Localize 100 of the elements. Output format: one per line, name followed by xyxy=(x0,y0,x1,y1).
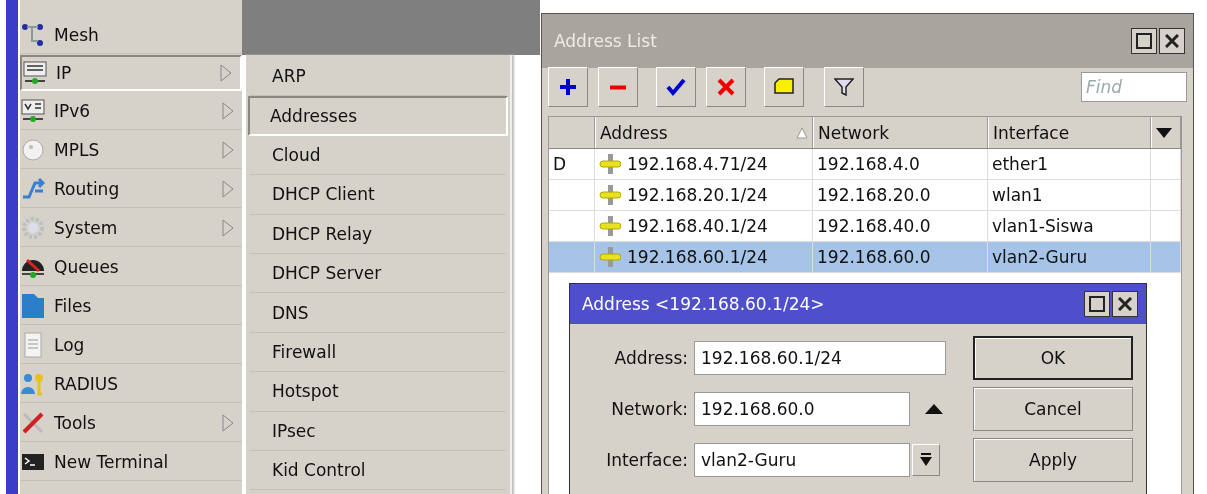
submenu-item[interactable]: Cloud xyxy=(250,135,506,176)
table-row[interactable]: D 192.168.4.71/24 192.168.4.0 ether1 xyxy=(549,149,1181,180)
sort-arrow-icon xyxy=(796,126,808,139)
address-text: 192.168.4.71/24 xyxy=(627,154,768,174)
menu-item[interactable]: Mesh xyxy=(20,16,242,54)
table-row[interactable]: 192.168.40.1/24 192.168.40.0 vlan1-Siswa xyxy=(549,211,1181,242)
menu-item[interactable]: IP xyxy=(20,55,242,91)
caret-icon xyxy=(1156,127,1172,138)
submenu-item[interactable]: DHCP Relay xyxy=(250,214,506,254)
menu-label: Queues xyxy=(54,256,120,277)
column-header[interactable]: Network xyxy=(813,117,988,148)
dropdown-button[interactable] xyxy=(912,444,940,477)
menu-label: Mesh xyxy=(54,24,100,45)
monitor-icon xyxy=(23,61,47,85)
enable-button[interactable] xyxy=(656,67,696,107)
dialog-button[interactable]: Cancel xyxy=(973,387,1133,431)
menu-item[interactable]: RADIUS xyxy=(20,365,242,403)
flag-cell: D xyxy=(549,149,595,179)
submenu-item[interactable]: Kid Control xyxy=(250,450,506,491)
dialog-button[interactable]: OK xyxy=(973,336,1133,380)
submenu-item[interactable]: Firewall xyxy=(250,332,506,373)
submenu-item[interactable]: Hotspot xyxy=(250,372,506,412)
maximize-button[interactable] xyxy=(1131,28,1157,54)
square-icon xyxy=(1136,33,1152,49)
field-label: Network: xyxy=(610,399,688,419)
address-text: 192.168.40.1/24 xyxy=(627,216,768,236)
menu-item[interactable]: Queues xyxy=(20,248,242,286)
field-label: Address: xyxy=(613,347,688,368)
menu-label: Tools xyxy=(54,412,97,433)
monitor-icon xyxy=(21,98,45,123)
nodes-icon xyxy=(21,22,45,47)
input-field[interactable]: 192.168.60.1/24 xyxy=(694,340,946,375)
column-header[interactable]: Interface xyxy=(988,117,1151,148)
interface-cell: wlan1 xyxy=(988,180,1151,210)
address-text: 192.168.20.1/24 xyxy=(627,185,768,205)
menu-item[interactable]: IPv6 xyxy=(20,92,242,130)
terminal-icon xyxy=(21,451,45,472)
folder-icon xyxy=(21,292,45,319)
dialog-title: Address <192.168.60.1/24> xyxy=(582,294,825,314)
arrows-icon xyxy=(21,176,45,201)
menu-label: IP xyxy=(56,63,73,83)
address-text: 192.168.60.1/24 xyxy=(627,247,768,267)
menu-label: MPLS xyxy=(54,139,101,160)
note-icon xyxy=(774,77,794,97)
input-field[interactable]: vlan2-Guru xyxy=(694,443,910,478)
plug-icon xyxy=(599,215,621,237)
document-icon xyxy=(21,331,45,358)
submenu-item[interactable]: ARP xyxy=(250,57,506,97)
menu-item[interactable]: New Terminal xyxy=(20,443,242,481)
interface-cell: vlan2-Guru xyxy=(988,242,1151,272)
plus-icon xyxy=(558,77,578,97)
maximize-button[interactable] xyxy=(1084,291,1110,317)
add-button[interactable] xyxy=(548,67,588,107)
remove-button[interactable] xyxy=(598,67,638,107)
dialog-button[interactable]: Apply xyxy=(973,438,1133,482)
input-field[interactable]: 192.168.60.0 xyxy=(694,392,910,426)
tools-icon xyxy=(21,410,45,435)
close-button[interactable] xyxy=(1159,28,1185,54)
network-cell: 192.168.60.0 xyxy=(813,242,988,272)
plug-icon xyxy=(599,184,621,206)
dropdown-arrow-icon xyxy=(920,453,932,468)
menu-label: Routing xyxy=(54,178,121,199)
column-label: Address xyxy=(600,122,668,143)
interface-cell: ether1 xyxy=(988,149,1151,179)
table-row[interactable]: 192.168.60.1/24 192.168.60.0 vlan2-Guru xyxy=(549,242,1181,273)
menu-label: New Terminal xyxy=(54,451,170,472)
submenu-item[interactable]: Addresses xyxy=(248,96,508,136)
network-cell: 192.168.20.0 xyxy=(813,180,988,210)
menu-item[interactable]: MPLS xyxy=(20,131,242,169)
submenu-item[interactable]: DHCP Server xyxy=(250,253,506,294)
column-label: Network xyxy=(818,122,889,143)
menu-item[interactable]: Files xyxy=(20,287,242,325)
disable-button[interactable] xyxy=(706,67,746,107)
menu-item[interactable]: Tools xyxy=(20,404,242,442)
menu-label: Log xyxy=(54,334,86,355)
disc-icon xyxy=(21,137,45,162)
submenu-item[interactable]: IPsec xyxy=(250,411,506,451)
menu-item[interactable]: Log xyxy=(20,326,242,364)
check-icon xyxy=(666,77,686,97)
column-label: Interface xyxy=(993,122,1070,143)
close-button[interactable] xyxy=(1112,291,1138,317)
column-header[interactable]: Address xyxy=(595,117,813,148)
interface-cell: vlan1-Siswa xyxy=(988,211,1151,241)
minus-icon xyxy=(609,84,627,90)
submenu-item[interactable]: DHCP Client xyxy=(250,175,506,215)
square-icon xyxy=(1089,296,1105,312)
window-title: Address List xyxy=(554,31,657,51)
menu-item[interactable]: Routing xyxy=(20,170,242,208)
filter-button[interactable] xyxy=(824,67,864,107)
triangle-up-icon xyxy=(925,404,943,414)
table-row[interactable]: 192.168.20.1/24 192.168.20.0 wlan1 xyxy=(549,180,1181,211)
menu-item[interactable]: System xyxy=(20,209,242,247)
network-cell: 192.168.4.0 xyxy=(813,149,988,179)
menu-label: RADIUS xyxy=(54,373,120,394)
comment-button[interactable] xyxy=(764,67,804,107)
close-icon xyxy=(1118,297,1132,311)
menu-label: System xyxy=(54,217,119,238)
find-field[interactable]: Find xyxy=(1081,72,1187,102)
columns-menu-button[interactable] xyxy=(1151,117,1181,148)
submenu-item[interactable]: DNS xyxy=(250,293,506,333)
